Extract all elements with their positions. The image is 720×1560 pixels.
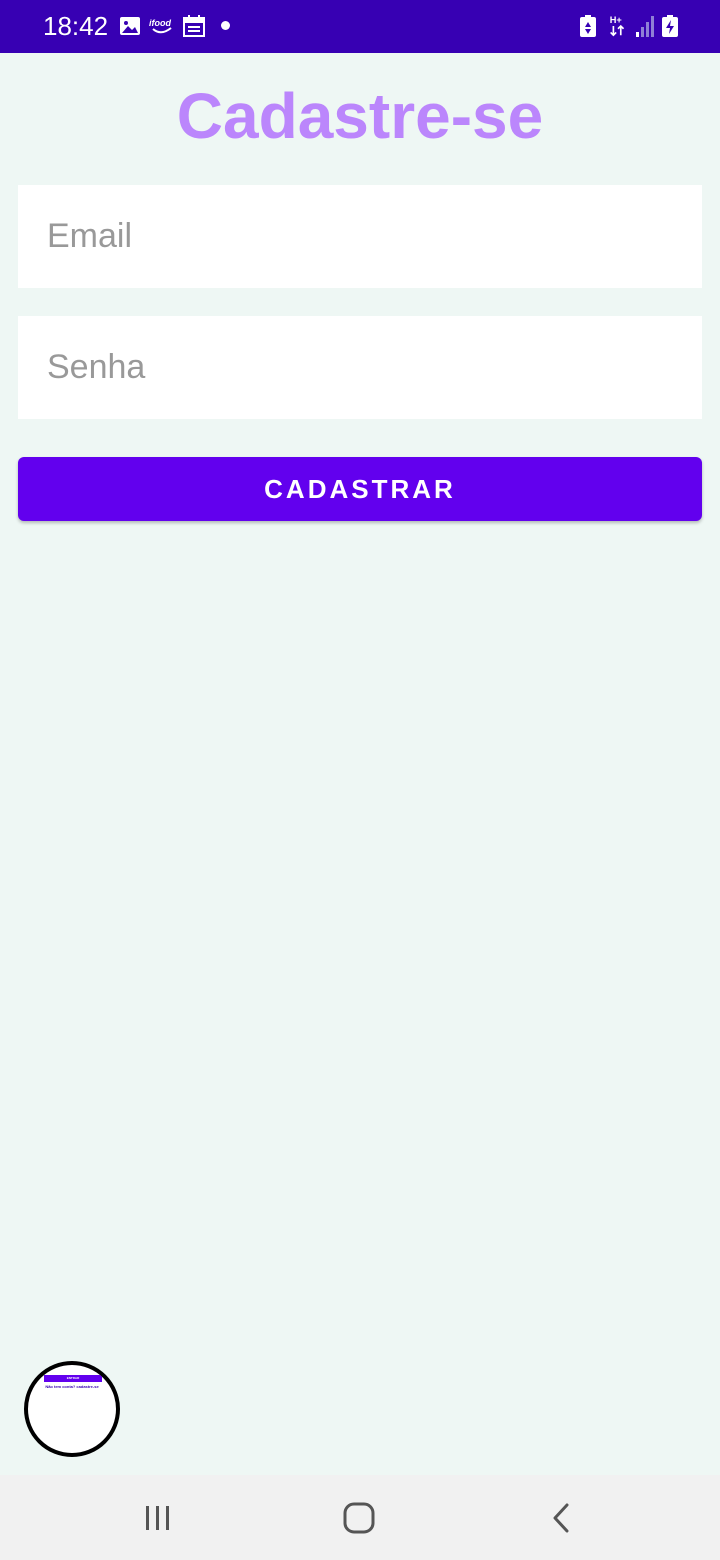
battery-saver-icon [580,15,596,37]
svg-text:ifood: ifood [149,18,171,28]
page-title: Cadastre-se [176,80,544,152]
email-field-container [18,185,702,288]
thumbnail-button: ENTRAR [44,1375,102,1382]
password-field[interactable] [18,316,702,419]
svg-text:H+: H+ [610,15,623,25]
back-button[interactable] [531,1493,591,1543]
ifood-icon: ifood [149,18,172,34]
home-icon [343,1502,375,1534]
password-field-container [18,316,702,419]
register-button[interactable]: CADASTRAR [18,457,702,521]
recent-apps-icon [146,1506,169,1530]
image-icon [120,17,140,35]
email-field[interactable] [18,185,702,288]
back-icon [553,1503,569,1533]
thumbnail-text: Não tem conta? cadastre-se [45,1384,99,1389]
signal-icon [636,16,654,37]
battery-charging-icon [662,15,678,37]
recent-apps-button[interactable] [128,1493,188,1543]
status-time: 18:42 [43,11,109,41]
navigation-bar [0,1475,720,1560]
status-bar: 18:42 ifood H+ [0,0,720,53]
notification-dot-icon [221,21,230,30]
network-h-plus-icon: H+ [610,15,625,37]
calendar-icon [183,15,205,37]
home-button[interactable] [329,1493,389,1543]
floating-preview-bubble[interactable]: ENTRAR Não tem conta? cadastre-se [24,1361,120,1457]
